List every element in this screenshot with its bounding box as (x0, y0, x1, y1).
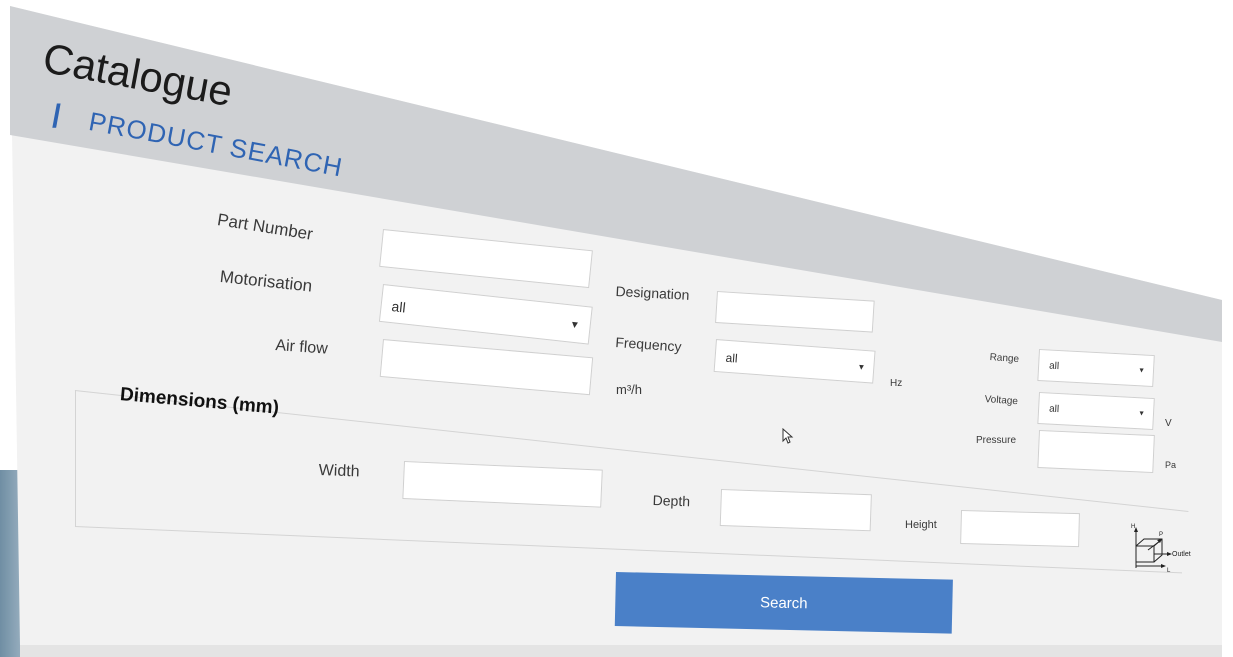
frequency-unit: Hz (890, 378, 903, 389)
range-label: Range (989, 352, 1020, 366)
panel-bottom-edge (20, 645, 1222, 657)
pressure-unit: Pa (1165, 460, 1177, 470)
chevron-down-icon: ▼ (1137, 410, 1146, 418)
dimensions-box-left-border (75, 390, 76, 526)
depth-input[interactable] (719, 489, 872, 532)
pressure-input[interactable] (1037, 430, 1155, 474)
voltage-select[interactable]: all ▼ (1037, 392, 1155, 431)
motorisation-value: all (390, 298, 407, 316)
width-label: Width (318, 462, 360, 481)
chevron-down-icon: ▼ (569, 319, 581, 332)
range-select[interactable]: all ▼ (1037, 349, 1155, 388)
mouse-cursor-icon (782, 428, 794, 444)
frequency-value: all (725, 350, 739, 366)
diagram-outlet-label: Outlet (1172, 551, 1191, 558)
search-button[interactable]: Search (614, 572, 953, 634)
pressure-label: Pressure (976, 435, 1017, 446)
diagram-p-label: P (1159, 532, 1163, 538)
diagram-l-label: L (1167, 568, 1171, 574)
air-flow-unit: m³/h (616, 382, 642, 397)
range-value: all (1048, 360, 1060, 373)
voltage-unit: V (1165, 418, 1172, 429)
chevron-down-icon: ▼ (857, 362, 866, 372)
section-slash: / (52, 98, 61, 134)
height-label: Height (905, 519, 937, 531)
voltage-label: Voltage (984, 394, 1019, 408)
height-input[interactable] (960, 510, 1080, 548)
chevron-down-icon: ▼ (1137, 367, 1146, 375)
dimensions-diagram-icon: H P Outlet L (1131, 524, 1191, 574)
voltage-value: all (1048, 403, 1060, 416)
air-flow-label: Air flow (274, 337, 329, 358)
depth-label: Depth (652, 492, 691, 510)
diagram-h-label: H (1131, 524, 1135, 530)
